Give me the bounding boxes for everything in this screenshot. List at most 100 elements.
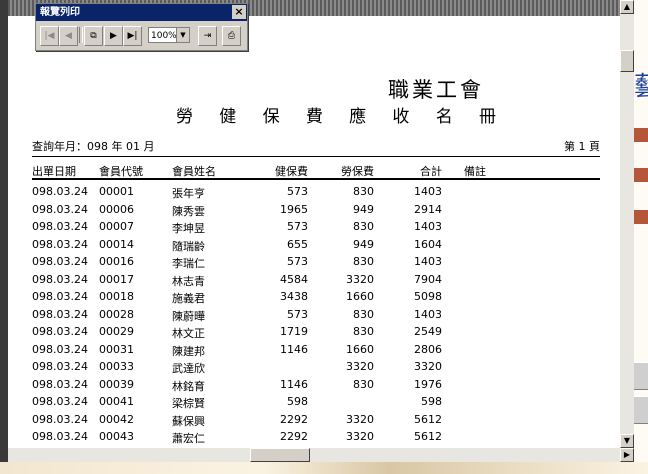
export-icon[interactable]: ⇥ (198, 26, 217, 46)
report-title-char: 名 (435, 107, 453, 127)
chevron-down-icon[interactable]: ▼ (176, 28, 189, 42)
cell-date: 098.03.24 (32, 185, 88, 198)
cell-health-fee: 598 (287, 395, 308, 408)
cell-health-fee: 573 (287, 255, 308, 268)
column-header-labor-fee: 勞保費 (341, 165, 374, 178)
cell-labor-fee: 1660 (346, 290, 374, 303)
table-row: 098.03.24 00041 梁棕賢 598 598 (32, 394, 600, 412)
cell-total: 5098 (414, 290, 442, 303)
cell-health-fee: 573 (287, 220, 308, 233)
cell-health-fee: 1146 (280, 342, 308, 356)
cell-labor-fee: 830 (353, 220, 374, 233)
column-header-member-name: 會員姓名 (172, 165, 216, 178)
company-name: 職業工會 (388, 78, 484, 102)
cell-member-name: 武達欣 (172, 362, 205, 375)
cell-member-id: 00016 (99, 255, 134, 268)
cell-member-name: 梁棕賢 (172, 397, 205, 410)
table-row: 098.03.24 00017 林志青 4584 3320 7904 (32, 272, 600, 290)
cell-health-fee: 4584 (280, 272, 308, 286)
zoom-select[interactable]: 100% ▼ (148, 27, 190, 43)
cell-labor-fee: 1660 (346, 342, 374, 356)
background-logo-fragment: 藝 (634, 72, 648, 102)
cell-date: 098.03.24 (32, 290, 88, 303)
cell-health-fee: 655 (287, 237, 308, 251)
table-row: 098.03.24 00043 蕭宏仁 2292 3320 5612 (32, 429, 600, 447)
cell-member-id: 00041 (99, 395, 134, 408)
cell-member-name: 陳建邦 (172, 344, 205, 358)
cell-date: 098.03.24 (32, 360, 88, 373)
cell-total: 2806 (414, 342, 442, 356)
cell-date: 098.03.24 (32, 430, 88, 443)
printer-icon[interactable]: ⎙ (222, 26, 241, 46)
scroll-right-button[interactable]: ▶ (620, 448, 634, 462)
cell-member-name: 林文正 (172, 327, 205, 340)
cell-member-name: 隨瑞齡 (172, 239, 205, 253)
cell-date: 098.03.24 (32, 255, 88, 268)
cell-health-fee: 1965 (280, 202, 308, 216)
cell-total: 1976 (414, 377, 442, 391)
cell-member-name: 林銘育 (172, 379, 205, 393)
scroll-up-button[interactable]: ▲ (620, 0, 634, 14)
background-button[interactable] (634, 396, 648, 424)
next-page-icon[interactable]: ▶ (104, 26, 123, 46)
vertical-scrollbar[interactable]: ▲ ▼ (620, 0, 634, 448)
table-row: 098.03.24 00006 陳秀雲 1965 949 2914 (32, 202, 600, 220)
table-row: 098.03.24 00033 武達欣 3320 3320 (32, 359, 600, 377)
close-icon[interactable]: × (232, 5, 246, 19)
vertical-scroll-thumb[interactable] (620, 50, 634, 72)
column-header-member-id: 會員代號 (99, 165, 143, 178)
report-title-char: 收 (392, 107, 410, 127)
first-page-icon[interactable]: |◀ (40, 26, 59, 46)
cell-total: 1403 (414, 307, 442, 321)
horizontal-scrollbar[interactable]: ▶ (8, 448, 634, 462)
cell-member-id: 00043 (99, 430, 134, 443)
table-row: 098.03.24 00029 林文正 1719 830 2549 (32, 324, 600, 342)
cell-labor-fee: 3320 (346, 412, 374, 426)
background-decoration (634, 168, 648, 182)
cell-member-id: 00042 (99, 412, 134, 426)
cell-member-id: 00018 (99, 290, 134, 303)
cell-labor-fee: 3320 (346, 272, 374, 286)
report-page: 職業工會 勞健保費應收名冊 查詢年月：098 年 01 月 第 1 頁 出單日期… (8, 16, 620, 448)
cell-member-id: 00006 (99, 202, 134, 216)
background-button[interactable] (634, 362, 648, 390)
header-rule (32, 156, 600, 157)
table-row: 098.03.24 00007 李坤昱 573 830 1403 (32, 219, 600, 237)
background-decoration (634, 128, 648, 142)
multi-page-icon[interactable]: ⧉ (84, 26, 103, 46)
cell-date: 098.03.24 (32, 202, 88, 216)
report-title-char: 保 (262, 107, 280, 127)
table-row: 098.03.24 00001 張年亨 573 830 1403 (32, 184, 600, 202)
report-title-char: 費 (305, 107, 323, 127)
cell-total: 5612 (414, 412, 442, 426)
cell-total: 7904 (414, 272, 442, 286)
last-page-icon[interactable]: ▶| (123, 26, 142, 46)
cell-labor-fee: 949 (353, 202, 374, 216)
cell-health-fee: 573 (287, 307, 308, 321)
cell-member-name: 張年亨 (172, 187, 205, 200)
print-preview-toolbar[interactable]: 報覽列印 × |◀ ◀ ⧉ ▶ ▶| 100% ▼ ⇥ ⎙ (35, 3, 248, 51)
column-header-health-fee: 健保費 (275, 165, 308, 178)
cell-total: 1403 (414, 255, 442, 268)
cell-member-name: 林志青 (172, 274, 205, 288)
cell-member-id: 00007 (99, 220, 134, 233)
cell-labor-fee: 3320 (346, 360, 374, 373)
table-row: 098.03.24 00028 陳蔚曄 573 830 1403 (32, 307, 600, 325)
cell-labor-fee: 830 (353, 185, 374, 198)
report-title-char: 冊 (478, 107, 496, 127)
cell-labor-fee: 830 (353, 255, 374, 268)
cell-health-fee: 573 (287, 185, 308, 198)
cell-member-id: 00031 (99, 342, 134, 356)
toolbar-separator (79, 27, 83, 43)
page-number: 第 1 頁 (564, 140, 600, 153)
cell-total: 1604 (414, 237, 442, 251)
background-bottom-strip (0, 462, 648, 474)
scroll-down-button[interactable]: ▼ (620, 434, 634, 448)
table-row: 098.03.24 00031 陳建邦 1146 1660 2806 (32, 342, 600, 360)
cell-date: 098.03.24 (32, 272, 88, 286)
prev-page-icon[interactable]: ◀ (59, 26, 78, 46)
horizontal-scroll-thumb[interactable] (250, 448, 310, 462)
cell-health-fee: 1719 (280, 325, 308, 338)
cell-member-name: 施義君 (172, 292, 205, 305)
window-left-border (0, 0, 8, 474)
